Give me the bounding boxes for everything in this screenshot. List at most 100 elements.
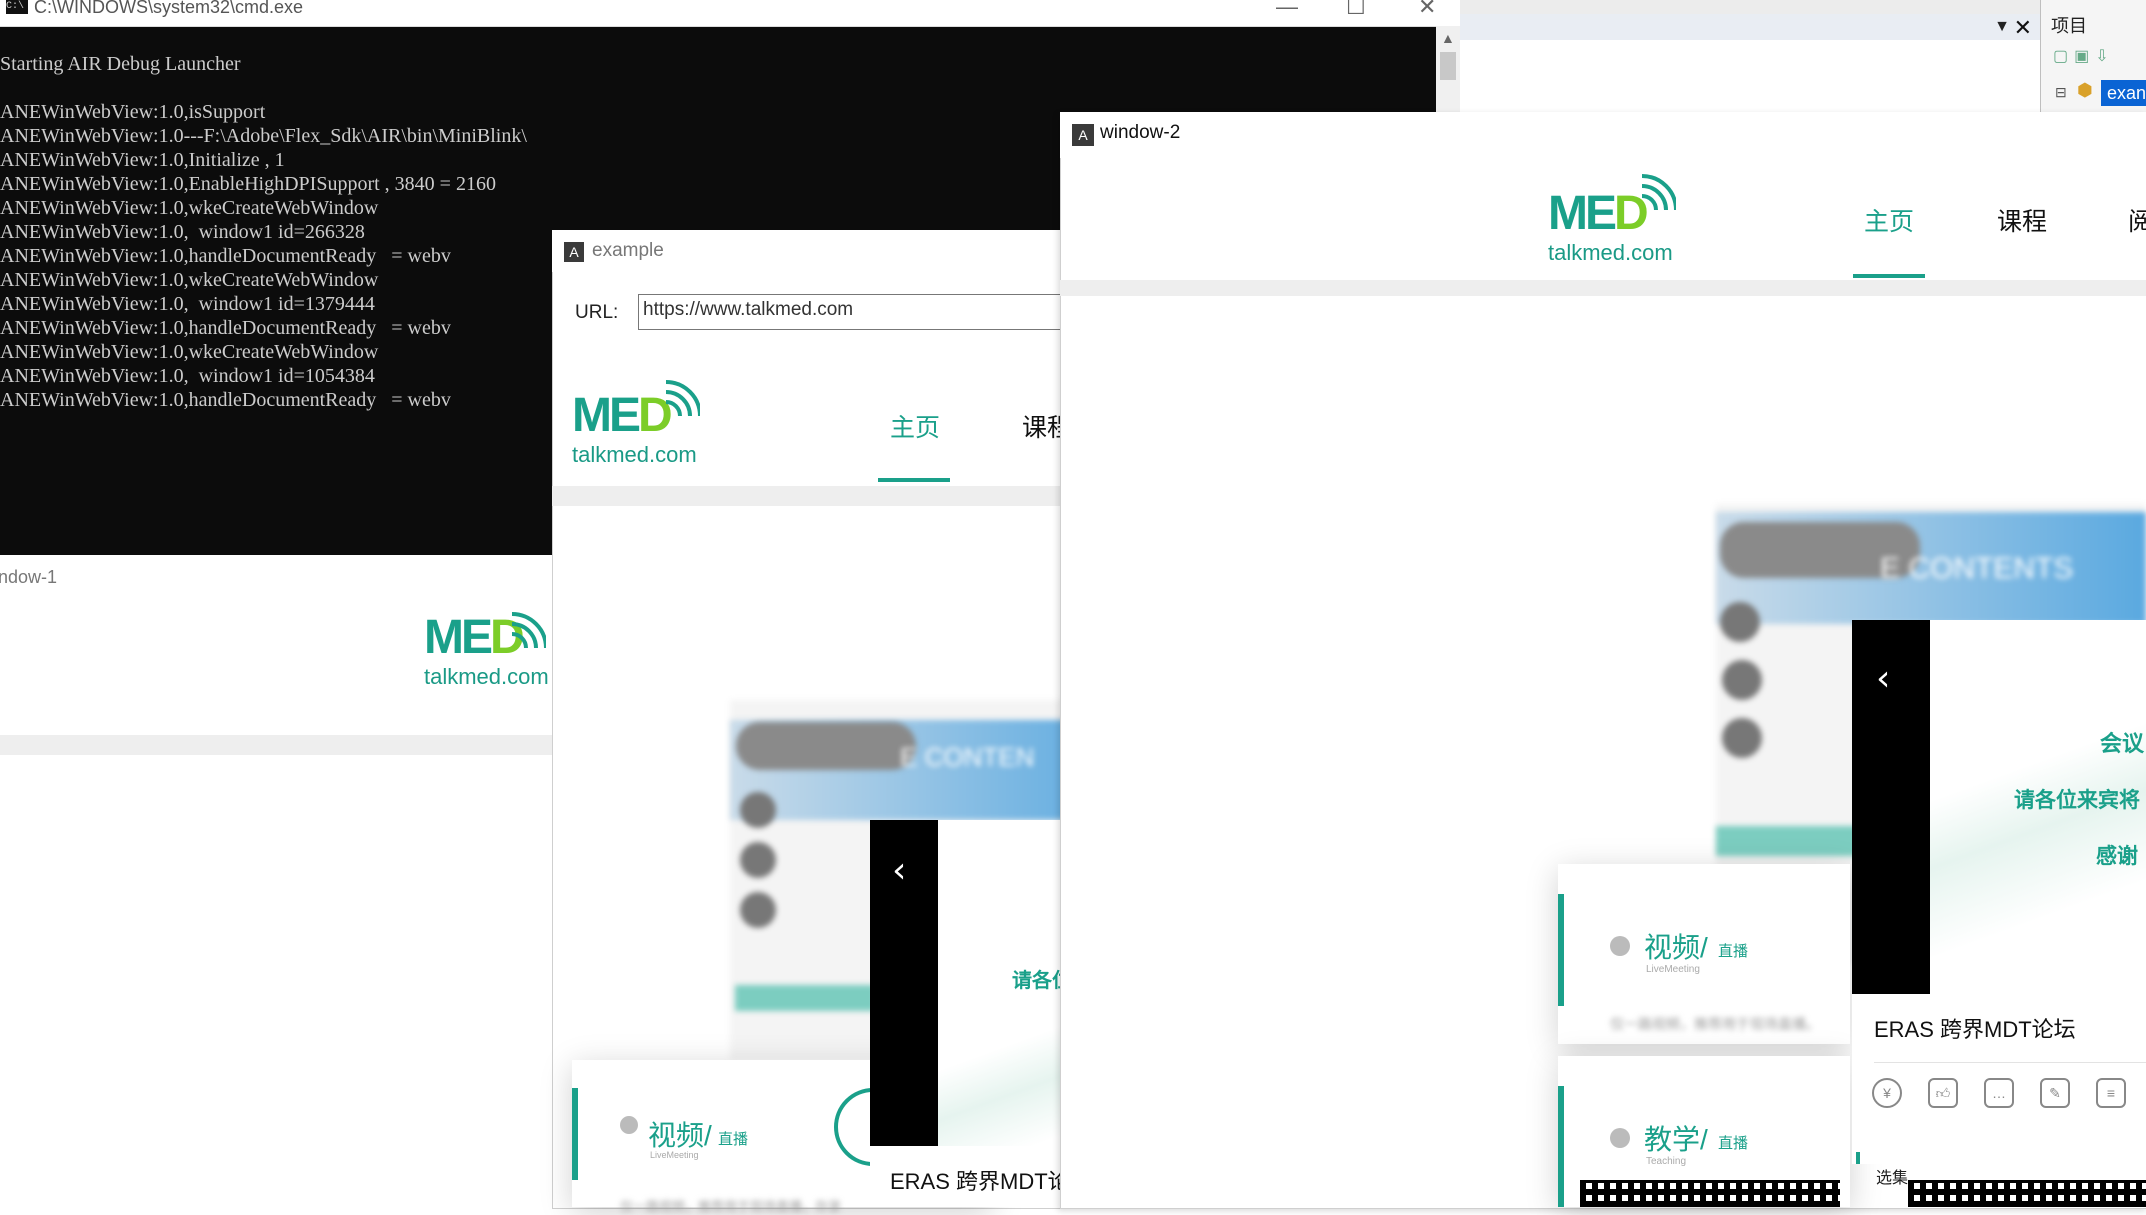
nav-read[interactable]: 阅 xyxy=(2128,202,2146,238)
scroll-thumb[interactable] xyxy=(1440,52,1456,80)
menu-dot xyxy=(740,892,776,928)
chevron-left-icon[interactable]: ‹ xyxy=(1876,658,1890,699)
logo-domain: talkmed.com xyxy=(424,664,549,689)
video-title: 视频/ xyxy=(648,1120,712,1151)
logo-text: MED xyxy=(572,389,673,442)
url-value: https://www.talkmed.com xyxy=(643,299,854,320)
menu-dot xyxy=(740,842,776,878)
teaching-subtitle: Teaching xyxy=(1646,1156,1687,1167)
window-2-title: window-2 xyxy=(1100,122,1181,143)
window-2-titlebar[interactable]: A window-2 xyxy=(1060,112,2146,158)
menu-dot xyxy=(740,792,776,828)
tree-collapse-icon[interactable]: ⊟ xyxy=(2055,84,2067,101)
video-description: 仅一路视频，推荐用于现场直播。 xyxy=(1610,1016,1820,1032)
promo-line-1: 会议 xyxy=(2100,731,2145,756)
talkmed-logo[interactable]: MED talkmed.com xyxy=(572,380,700,468)
section-accent xyxy=(1856,1152,1860,1164)
card-accent xyxy=(572,1088,578,1180)
comment-icon[interactable]: … xyxy=(1984,1078,2014,1108)
video-card[interactable]: 视频/ 直播 LiveMeeting 仅一路视频，推荐用于现场直播。 xyxy=(1558,864,1850,1044)
chevron-left-icon[interactable]: ‹ xyxy=(892,850,906,891)
signal-icon xyxy=(665,380,700,417)
adobe-air-icon: A xyxy=(564,242,584,262)
talkmed-logo[interactable]: MED talkmed.com xyxy=(1548,174,1676,266)
logo-domain: talkmed.com xyxy=(1548,240,1673,265)
console-line: ANEWinWebView:1.0---F:\Adobe\Flex_Sdk\AI… xyxy=(0,125,527,147)
close-icon[interactable]: ✕ xyxy=(2014,15,2032,41)
menu-dot xyxy=(1722,660,1762,700)
console-output: Starting AIR Debug Launcher ANEWinWebVie… xyxy=(0,52,527,412)
console-line: ANEWinWebView:1.0,EnableHighDPISupport ,… xyxy=(0,173,496,195)
console-line: ANEWinWebView:1.0,Initialize , 1 xyxy=(0,149,285,171)
minimize-icon[interactable]: — xyxy=(1276,0,1298,20)
course-actions: ¥ 👍︎ … ✎ ≡ xyxy=(1872,1078,2146,1108)
avatar-pill xyxy=(736,722,916,770)
console-line: Starting AIR Debug Launcher xyxy=(0,53,241,75)
console-icon: C:\ xyxy=(6,0,28,14)
promo-line-3: 感谢 xyxy=(2096,845,2138,868)
video-title: 视频/ xyxy=(1644,932,1708,963)
header-divider xyxy=(0,735,560,755)
ide-editor-area[interactable] xyxy=(1460,40,2040,120)
video-live-label: 直播 xyxy=(1718,943,1749,960)
nav-home[interactable]: 主页 xyxy=(890,408,940,444)
logo-text: MED xyxy=(1548,187,1649,240)
banner-text: E CONTENTS xyxy=(1880,552,2074,585)
action-bar xyxy=(1716,826,1866,856)
chevron-down-icon[interactable]: ▼ xyxy=(1994,18,2010,36)
carousel-prev-panel[interactable]: ‹ xyxy=(870,820,938,1146)
signal-icon xyxy=(1641,174,1676,211)
ide-project-panel: 项目 ▢▣⇩ ⊟ ⬢ exan xyxy=(2040,0,2146,120)
episodes-label: 选集 xyxy=(1876,1170,1909,1187)
console-line: ANEWinWebView:1.0, window1 id=1054384 xyxy=(0,365,375,387)
video-description: 仅一路视频，推荐用于现场直播，存录 xyxy=(620,1199,842,1214)
promo-line-2: 请各位来宾将 xyxy=(2014,789,2140,812)
logo-domain: talkmed.com xyxy=(572,442,697,467)
course-panel[interactable]: ERAS 跨界MDT论坛 ¥ 👍︎ … ✎ ≡ 选集 xyxy=(1852,994,2146,1187)
banner-text: E CONTEN xyxy=(900,742,1035,772)
console-line: ANEWinWebView:1.0, window1 id=266328 xyxy=(0,221,365,243)
project-toolbar-icons[interactable]: ▢▣⇩ xyxy=(2053,46,2115,66)
cmd-title: C:\WINDOWS\system32\cmd.exe xyxy=(34,0,304,17)
nav-home[interactable]: 主页 xyxy=(1864,202,1914,238)
qr-code xyxy=(1580,1180,1840,1207)
url-label: URL: xyxy=(575,302,619,323)
project-tree-item[interactable]: exan xyxy=(2101,80,2146,106)
project-panel-title: 项目 xyxy=(2051,16,2087,36)
console-line: ANEWinWebView:1.0,handleDocumentReady = … xyxy=(0,389,451,411)
maximize-icon[interactable]: ☐ xyxy=(1346,0,1366,20)
qr-code xyxy=(1908,1180,2146,1207)
video-live-label: 直播 xyxy=(718,1131,749,1148)
video-subtitle: LiveMeeting xyxy=(1646,964,1700,975)
console-line: ANEWinWebView:1.0,wkeCreateWebWindow xyxy=(0,197,379,219)
scroll-up-icon[interactable]: ▲ xyxy=(1441,30,1455,46)
nav-course[interactable]: 课程 xyxy=(1997,202,2047,238)
carousel-slide[interactable]: 会议 请各位来宾将 感谢 xyxy=(1930,620,2146,994)
console-line: ANEWinWebView:1.0,wkeCreateWebWindow xyxy=(0,341,379,363)
video-subtitle: LiveMeeting xyxy=(650,1150,699,1160)
ide-toolbar xyxy=(1460,0,2040,15)
thumbs-up-icon[interactable]: 👍︎ xyxy=(1928,1078,1958,1108)
list-icon[interactable]: ≡ xyxy=(2096,1078,2126,1108)
console-line: ANEWinWebView:1.0,wkeCreateWebWindow xyxy=(0,269,379,291)
plus-icon xyxy=(1610,1128,1630,1148)
teaching-title: 教学/ xyxy=(1644,1124,1708,1155)
console-line: ANEWinWebView:1.0,handleDocumentReady = … xyxy=(0,317,451,339)
yuan-icon[interactable]: ¥ xyxy=(1872,1078,1902,1108)
menu-dot xyxy=(1722,718,1762,758)
window-1-title: ndow-1 xyxy=(0,567,58,587)
console-line: ANEWinWebView:1.0, window1 id=1379444 xyxy=(0,293,375,315)
nav-active-indicator xyxy=(878,478,950,482)
close-icon[interactable]: ✕ xyxy=(1418,0,1436,20)
package-icon: ⬢ xyxy=(2077,80,2093,100)
adobe-air-icon: A xyxy=(1072,124,1094,146)
example-title: example xyxy=(592,240,664,261)
talkmed-logo[interactable]: MED talkmed.com xyxy=(424,612,549,690)
carousel-prev-panel[interactable]: ‹ xyxy=(1852,620,1930,994)
signal-icon xyxy=(511,612,546,649)
cmd-titlebar[interactable]: C:\ C:\WINDOWS\system32\cmd.exe — ☐ ✕ xyxy=(0,0,1460,27)
card-accent xyxy=(1558,1086,1564,1207)
edit-icon[interactable]: ✎ xyxy=(2040,1078,2070,1108)
console-line: ANEWinWebView:1.0,handleDocumentReady = … xyxy=(0,245,451,267)
